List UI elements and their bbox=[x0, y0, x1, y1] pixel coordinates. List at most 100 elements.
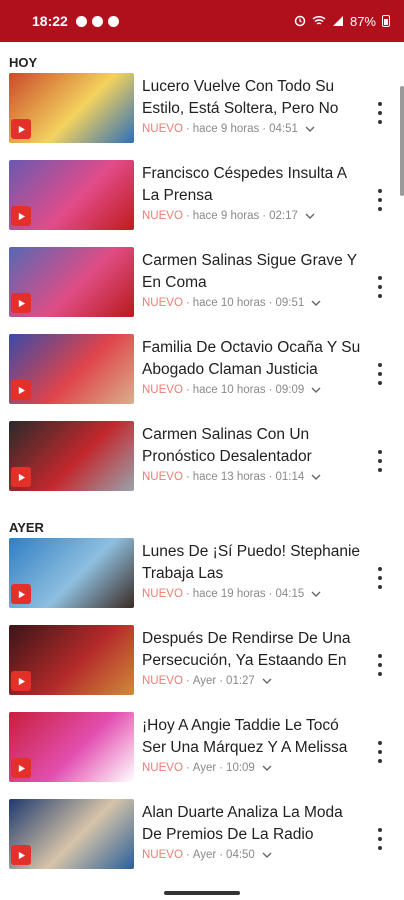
new-badge: NUEVO bbox=[142, 471, 183, 483]
chevron-down-icon[interactable] bbox=[262, 763, 272, 773]
meta-separator: · bbox=[268, 471, 273, 483]
video-list-item[interactable]: Carmen Salinas Con Un Pronóstico Desalen… bbox=[0, 420, 404, 507]
chevron-down-icon[interactable] bbox=[311, 385, 321, 395]
video-meta: NUEVO · hace 9 horas · 04:51 bbox=[142, 123, 364, 135]
video-duration: 04:15 bbox=[275, 588, 305, 600]
chevron-down-icon[interactable] bbox=[311, 589, 321, 599]
video-feed[interactable]: HOY Lucero Vuelve Con Todo Su Estilo, Es… bbox=[0, 42, 404, 888]
video-info[interactable]: ¡Hoy A Angie Taddie Le Tocó Ser Una Márq… bbox=[142, 711, 364, 774]
new-badge: NUEVO bbox=[142, 210, 183, 222]
meta-separator: · bbox=[185, 849, 190, 861]
chevron-down-icon[interactable] bbox=[311, 298, 321, 308]
video-title[interactable]: Francisco Céspedes Insulta A La Prensa bbox=[142, 163, 364, 207]
chevron-down-icon[interactable] bbox=[305, 211, 315, 221]
video-age: hace 9 horas bbox=[192, 210, 260, 222]
video-meta: NUEVO · hace 13 horas · 01:14 bbox=[142, 471, 364, 483]
video-info[interactable]: Familia De Octavio Ocaña Y Su Abogado Cl… bbox=[142, 333, 364, 396]
video-list-item[interactable]: Lunes De ¡Sí Puedo! Stephanie Trabaja La… bbox=[0, 537, 404, 624]
video-thumbnail[interactable] bbox=[9, 334, 134, 404]
meta-separator: · bbox=[185, 588, 190, 600]
more-options-icon[interactable] bbox=[375, 276, 385, 298]
video-list-item[interactable]: Carmen Salinas Sigue Grave Y En Coma NUE… bbox=[0, 246, 404, 333]
chevron-down-icon[interactable] bbox=[262, 676, 272, 686]
video-title[interactable]: ¡Hoy A Angie Taddie Le Tocó Ser Una Márq… bbox=[142, 715, 364, 759]
home-handle[interactable] bbox=[164, 891, 240, 895]
video-thumbnail[interactable] bbox=[9, 73, 134, 143]
meta-separator: · bbox=[185, 384, 190, 396]
video-info[interactable]: Carmen Salinas Con Un Pronóstico Desalen… bbox=[142, 420, 364, 483]
video-meta: NUEVO · Ayer · 10:09 bbox=[142, 762, 364, 774]
video-list-item[interactable]: Alan Duarte Analiza La Moda De Premios D… bbox=[0, 798, 404, 885]
scrollbar[interactable] bbox=[400, 86, 404, 196]
video-thumbnail[interactable] bbox=[9, 712, 134, 782]
more-options-icon[interactable] bbox=[375, 828, 385, 850]
status-time: 18:22 bbox=[32, 13, 68, 29]
new-badge: NUEVO bbox=[142, 675, 183, 687]
video-title[interactable]: Lunes De ¡Sí Puedo! Stephanie Trabaja La… bbox=[142, 541, 364, 585]
play-icon bbox=[11, 467, 31, 487]
video-title[interactable]: Después De Rendirse De Una Persecución, … bbox=[142, 628, 364, 672]
more-options-icon[interactable] bbox=[375, 654, 385, 676]
video-thumbnail[interactable] bbox=[9, 421, 134, 491]
video-info[interactable]: Alan Duarte Analiza La Moda De Premios D… bbox=[142, 798, 364, 861]
video-thumbnail[interactable] bbox=[9, 799, 134, 869]
video-title[interactable]: Carmen Salinas Sigue Grave Y En Coma bbox=[142, 250, 364, 294]
new-badge: NUEVO bbox=[142, 384, 183, 396]
meta-separator: · bbox=[185, 762, 190, 774]
video-info[interactable]: Carmen Salinas Sigue Grave Y En Coma NUE… bbox=[142, 246, 364, 309]
navigation-bar bbox=[0, 888, 404, 900]
more-options-icon[interactable] bbox=[375, 567, 385, 589]
meta-separator: · bbox=[219, 849, 224, 861]
video-meta: NUEVO · hace 9 horas · 02:17 bbox=[142, 210, 364, 222]
video-age: hace 13 horas bbox=[192, 471, 266, 483]
play-icon bbox=[11, 206, 31, 226]
notification-icon bbox=[91, 15, 103, 27]
meta-separator: · bbox=[185, 675, 190, 687]
chevron-down-icon[interactable] bbox=[305, 124, 315, 134]
more-options-icon[interactable] bbox=[375, 363, 385, 385]
section-header: HOY bbox=[9, 55, 38, 70]
alarm-icon bbox=[294, 15, 306, 27]
more-options-icon[interactable] bbox=[375, 741, 385, 763]
video-thumbnail[interactable] bbox=[9, 160, 134, 230]
meta-separator: · bbox=[262, 210, 267, 222]
play-icon bbox=[11, 584, 31, 604]
video-title[interactable]: Alan Duarte Analiza La Moda De Premios D… bbox=[142, 802, 364, 846]
video-info[interactable]: Después De Rendirse De Una Persecución, … bbox=[142, 624, 364, 687]
more-options-icon[interactable] bbox=[375, 102, 385, 124]
video-age: Ayer bbox=[192, 849, 217, 861]
video-thumbnail[interactable] bbox=[9, 538, 134, 608]
video-meta: NUEVO · hace 10 horas · 09:09 bbox=[142, 384, 364, 396]
new-badge: NUEVO bbox=[142, 297, 183, 309]
meta-separator: · bbox=[262, 123, 267, 135]
chevron-down-icon[interactable] bbox=[311, 472, 321, 482]
new-badge: NUEVO bbox=[142, 849, 183, 861]
video-list-item[interactable]: Después De Rendirse De Una Persecución, … bbox=[0, 624, 404, 711]
video-list-item[interactable]: Familia De Octavio Ocaña Y Su Abogado Cl… bbox=[0, 333, 404, 420]
more-options-icon[interactable] bbox=[375, 189, 385, 211]
video-meta: NUEVO · Ayer · 01:27 bbox=[142, 675, 364, 687]
video-age: hace 10 horas bbox=[192, 297, 266, 309]
video-thumbnail[interactable] bbox=[9, 247, 134, 317]
wifi-icon bbox=[312, 15, 326, 25]
notification-icons bbox=[75, 15, 119, 27]
more-options-icon[interactable] bbox=[375, 450, 385, 472]
video-title[interactable]: Lucero Vuelve Con Todo Su Estilo, Está S… bbox=[142, 76, 364, 120]
video-info[interactable]: Lunes De ¡Sí Puedo! Stephanie Trabaja La… bbox=[142, 537, 364, 600]
video-list-item[interactable]: Francisco Céspedes Insulta A La Prensa N… bbox=[0, 159, 404, 246]
video-duration: 09:09 bbox=[275, 384, 305, 396]
meta-separator: · bbox=[219, 762, 224, 774]
meta-separator: · bbox=[185, 210, 190, 222]
meta-separator: · bbox=[268, 588, 273, 600]
video-info[interactable]: Lucero Vuelve Con Todo Su Estilo, Está S… bbox=[142, 72, 364, 135]
video-list-item[interactable]: ¡Hoy A Angie Taddie Le Tocó Ser Una Márq… bbox=[0, 711, 404, 798]
video-list-item[interactable]: Lucero Vuelve Con Todo Su Estilo, Está S… bbox=[0, 72, 404, 159]
video-title[interactable]: Familia De Octavio Ocaña Y Su Abogado Cl… bbox=[142, 337, 364, 381]
signal-icon bbox=[332, 16, 343, 26]
video-thumbnail[interactable] bbox=[9, 625, 134, 695]
video-meta: NUEVO · hace 19 horas · 04:15 bbox=[142, 588, 364, 600]
battery-icon bbox=[382, 15, 390, 27]
video-title[interactable]: Carmen Salinas Con Un Pronóstico Desalen… bbox=[142, 424, 364, 468]
video-info[interactable]: Francisco Céspedes Insulta A La Prensa N… bbox=[142, 159, 364, 222]
chevron-down-icon[interactable] bbox=[262, 850, 272, 860]
